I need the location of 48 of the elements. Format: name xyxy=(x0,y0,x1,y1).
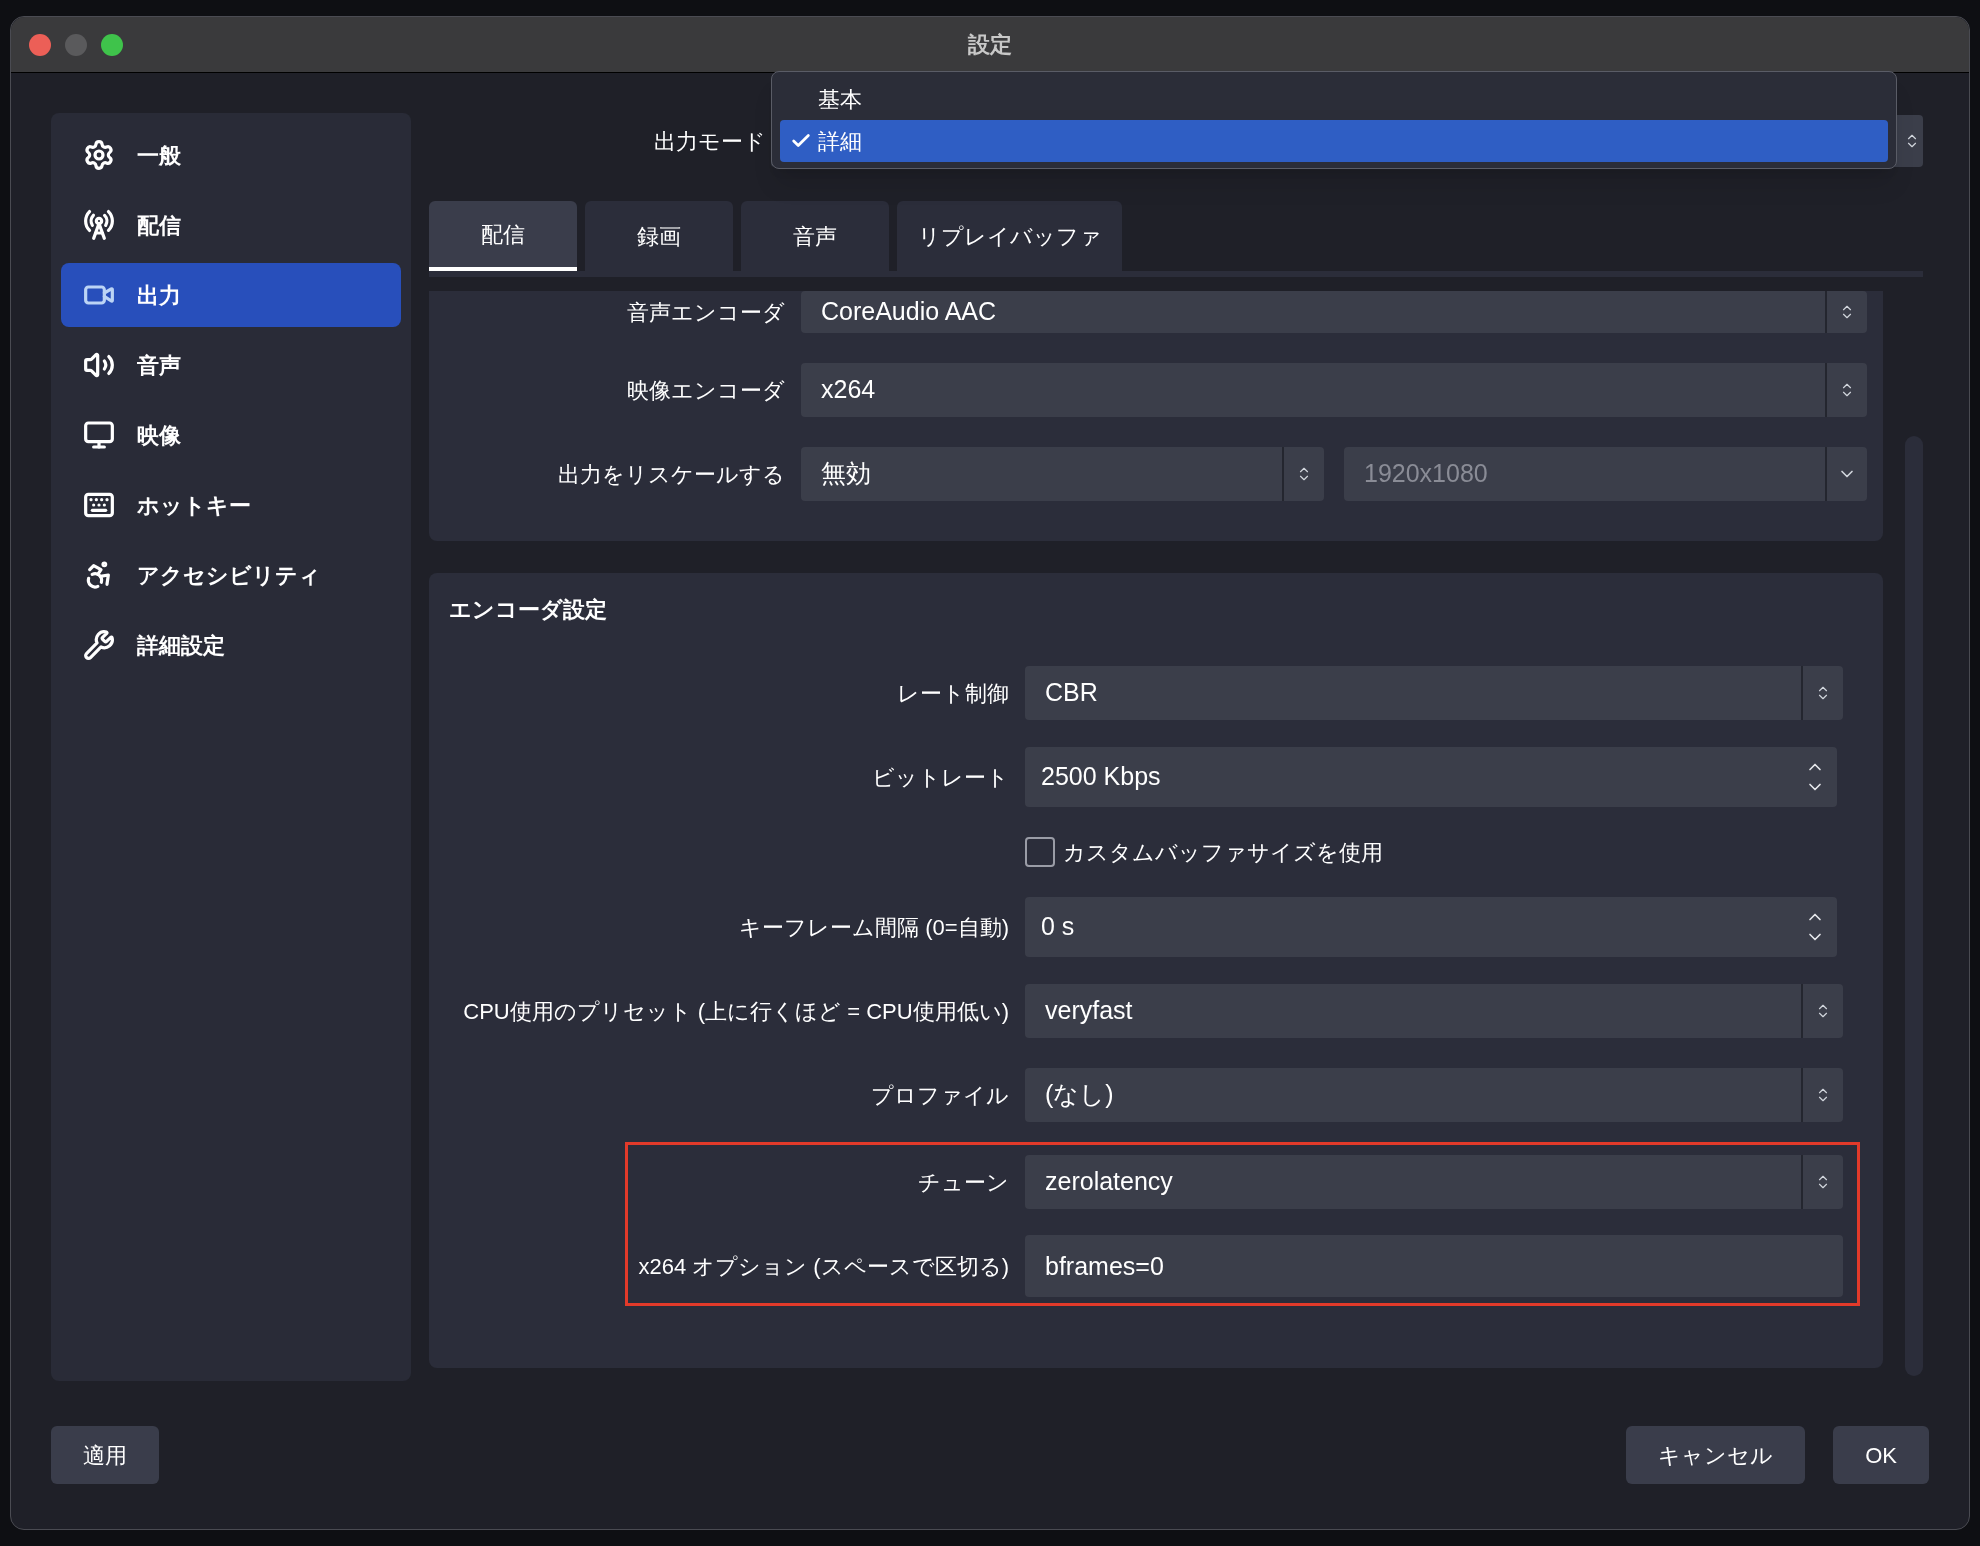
cancel-button[interactable]: キャンセル xyxy=(1626,1426,1806,1484)
field-label: ビットレート xyxy=(871,763,1009,792)
dropdown[interactable]: CoreAudio AAC xyxy=(801,291,1867,333)
section-title: エンコーダ設定 xyxy=(449,596,608,624)
spin-field[interactable]: 0 s xyxy=(1025,897,1837,957)
field-label: 映像エンコーダ xyxy=(626,376,785,405)
monitor-icon xyxy=(83,419,115,451)
output-mode-label: 出力モード xyxy=(653,127,766,156)
dropdown[interactable]: x264 xyxy=(801,363,1867,417)
ok-button[interactable]: OK xyxy=(1833,1426,1929,1484)
field-label: 出力をリスケールする xyxy=(557,460,785,489)
dropdown[interactable]: zerolatency xyxy=(1025,1155,1843,1209)
field-label: レート制御 xyxy=(896,679,1009,708)
menu-item[interactable]: 詳細 xyxy=(780,120,1888,162)
sidebar-item[interactable]: 映像 xyxy=(61,403,401,467)
field-label: x264 オプション (スペースで区切る) xyxy=(637,1252,1009,1281)
tab[interactable]: リプレイバッファ xyxy=(897,201,1122,271)
close-button[interactable] xyxy=(29,33,51,56)
field-label: 音声エンコーダ xyxy=(626,298,785,327)
antenna-icon xyxy=(83,209,115,241)
zoom-button[interactable] xyxy=(101,33,123,56)
sidebar-item[interactable]: 音声 xyxy=(61,333,401,397)
sidebar-item[interactable]: アクセシビリティ xyxy=(61,543,401,607)
dropdown[interactable]: CBR xyxy=(1025,666,1843,720)
sidebar-item[interactable]: ホットキー xyxy=(61,473,401,537)
dropdown[interactable]: veryfast xyxy=(1025,984,1843,1038)
tab[interactable]: 音声 xyxy=(741,201,889,271)
field-label: プロファイル xyxy=(870,1081,1009,1110)
wrench-icon xyxy=(83,629,115,661)
checkbox[interactable] xyxy=(1025,837,1055,867)
options-field[interactable]: bframes=0 xyxy=(1025,1235,1843,1297)
menu-item[interactable]: 基本 xyxy=(780,78,1888,120)
sidebar-item[interactable]: 詳細設定 xyxy=(61,613,401,677)
apply-button[interactable]: 適用 xyxy=(51,1426,159,1484)
tab[interactable]: 録画 xyxy=(585,201,733,271)
window-title: 設定 xyxy=(968,31,1012,59)
tab[interactable]: 配信 xyxy=(429,201,577,271)
dropdown[interactable]: (なし) xyxy=(1025,1068,1843,1122)
spin-field[interactable]: 2500 Kbps xyxy=(1025,747,1837,807)
field-label: CPU使用のプリセット (上に行くほど = CPU使用低い) xyxy=(462,997,1009,1026)
field-label: チューン xyxy=(917,1168,1009,1197)
field-label: キーフレーム間隔 (0=自動) xyxy=(738,913,1009,942)
sidebar-item[interactable]: 配信 xyxy=(61,193,401,257)
checkbox-label: カスタムバッファサイズを使用 xyxy=(1063,838,1383,867)
sidebar-item[interactable]: 出力 xyxy=(61,263,401,327)
sidebar-item[interactable]: 一般 xyxy=(61,123,401,187)
gear-icon xyxy=(83,139,115,171)
dropdown[interactable]: 無効 xyxy=(801,447,1324,501)
